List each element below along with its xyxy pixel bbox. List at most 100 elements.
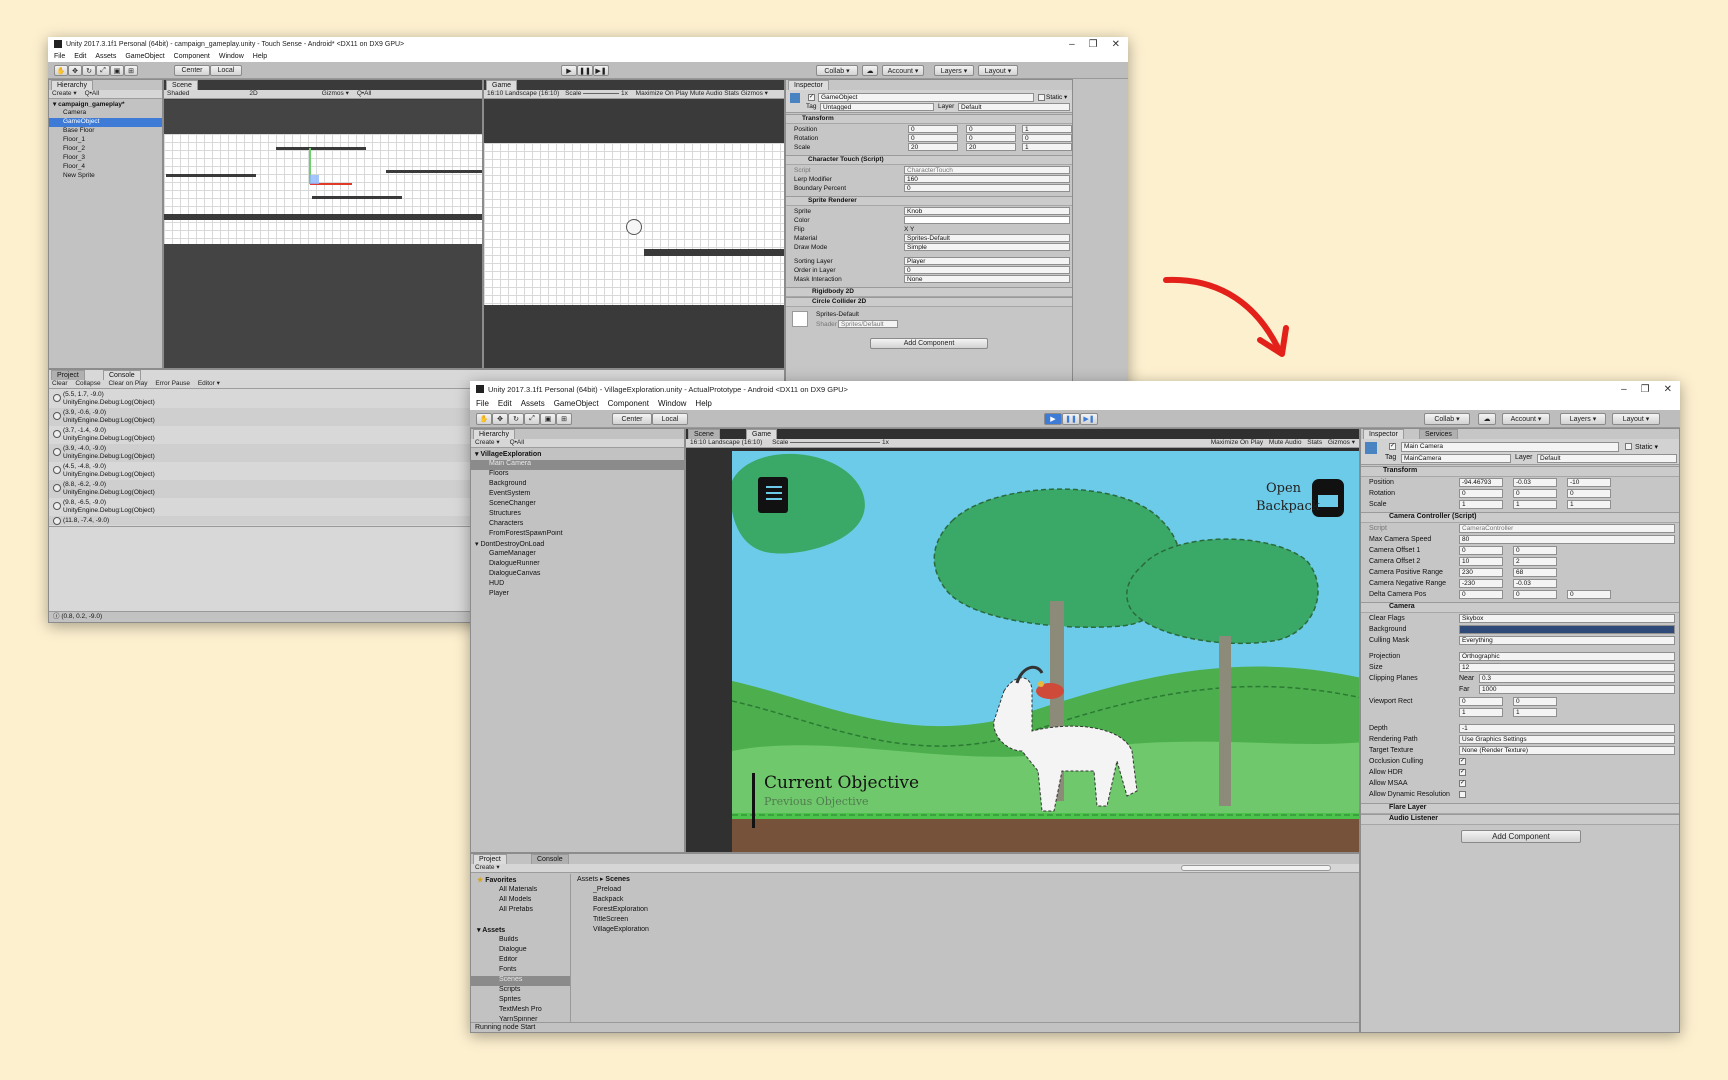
folder-item[interactable]: TextMesh Pro — [471, 1006, 570, 1016]
camera-controller-header[interactable]: Camera Controller (Script) — [1361, 512, 1679, 523]
layer-dropdown[interactable]: Default — [958, 103, 1070, 111]
tab-console[interactable]: Console — [531, 854, 569, 864]
mask-interaction-dropdown[interactable]: None — [904, 275, 1070, 283]
hierarchy-item[interactable]: DialogueCanvas — [471, 570, 684, 580]
folder-item[interactable]: Editor — [471, 956, 570, 966]
folder-item[interactable]: Sprites — [471, 996, 570, 1006]
cloud-icon[interactable]: ☁ — [1478, 413, 1496, 425]
rotation-y-field[interactable]: 0 — [1513, 489, 1557, 498]
account-button[interactable]: Account ▾ — [1502, 413, 1550, 425]
minimize-icon[interactable]: – — [1069, 39, 1075, 50]
minimize-icon[interactable]: – — [1621, 384, 1627, 395]
scene-canvas[interactable] — [164, 100, 482, 134]
hierarchy-item[interactable]: SceneChanger — [471, 500, 684, 510]
delta-camera-pos-z-field[interactable]: 0 — [1567, 590, 1611, 599]
menu-window[interactable]: Window — [658, 399, 686, 408]
maximize-on-play-toggle[interactable]: Maximize On Play — [1211, 439, 1263, 446]
rect-tool-icon[interactable]: ▣ — [110, 65, 124, 76]
rotate-tool-icon[interactable]: ↻ — [508, 413, 524, 425]
menu-help[interactable]: Help — [253, 53, 267, 60]
scene-file[interactable]: Backpack — [583, 896, 1359, 906]
hierarchy-item[interactable]: Floor_1 — [49, 136, 162, 145]
position-x-field[interactable]: -94.46793 — [1459, 478, 1503, 487]
flip-toggles[interactable]: X Y — [904, 226, 914, 233]
color-field[interactable] — [904, 216, 1070, 224]
hand-tool-icon[interactable]: ✋ — [476, 413, 492, 425]
menu-component[interactable]: Component — [608, 399, 649, 408]
step-button[interactable]: ▶❚ — [1080, 413, 1098, 425]
menu-help[interactable]: Help — [695, 399, 711, 408]
position-z-field[interactable]: -10 — [1567, 478, 1611, 487]
clear-button[interactable]: Clear — [52, 380, 68, 387]
camera-positive-range-y-field[interactable]: 68 — [1513, 568, 1557, 577]
audio-listener-header[interactable]: Audio Listener — [1361, 814, 1679, 825]
boundary-percent-field[interactable]: 0 — [904, 184, 1070, 192]
tab-game[interactable]: Game — [486, 80, 518, 90]
folder-item-selected[interactable]: Scenes — [471, 976, 570, 986]
layer-dropdown[interactable]: Default — [1537, 454, 1677, 463]
hierarchy-item[interactable]: Characters — [471, 520, 684, 530]
hierarchy-item[interactable]: Floor_3 — [49, 154, 162, 163]
max-camera-speed-field[interactable]: 80 — [1459, 535, 1675, 544]
scene-root-row[interactable]: ▾ campaign_gameplay* — [49, 100, 162, 109]
rect-tool-icon[interactable]: ▣ — [540, 413, 556, 425]
viewport-y-field[interactable]: 0 — [1513, 697, 1557, 706]
culling-mask-dropdown[interactable]: Everything — [1459, 636, 1675, 645]
2d-toggle[interactable]: 2D — [249, 90, 257, 97]
circle-collider-header[interactable]: Circle Collider 2D — [786, 297, 1072, 307]
camera-negative-range-x-field[interactable]: -230 — [1459, 579, 1503, 588]
scene-search[interactable]: Q•All — [357, 90, 372, 97]
add-component-button[interactable]: Add Component — [870, 338, 988, 349]
sorting-layer-dropdown[interactable]: Player — [904, 257, 1070, 265]
create-dropdown[interactable]: Create ▾ — [475, 439, 500, 446]
scale-z-field[interactable]: 1 — [1022, 143, 1072, 151]
folder-item[interactable]: Dialogue — [471, 946, 570, 956]
step-button[interactable]: ▶❚ — [593, 65, 609, 76]
far-field[interactable]: 1000 — [1479, 685, 1675, 694]
scene-file[interactable]: VillageExploration — [583, 926, 1359, 936]
assets-row[interactable]: ▾ Assets — [471, 926, 570, 936]
scene-file[interactable]: ForestExploration — [583, 906, 1359, 916]
layout-button[interactable]: Layout ▾ — [978, 65, 1018, 76]
hierarchy-item[interactable]: FromForestSpawnPoint — [471, 530, 684, 540]
pause-button[interactable]: ❚❚ — [1062, 413, 1080, 425]
allow-hdr-checkbox[interactable]: ✓ — [1459, 769, 1466, 776]
camera-offset-2-y-field[interactable]: 2 — [1513, 557, 1557, 566]
scene-root-row[interactable]: ▾ DontDestroyOnLoad — [471, 540, 684, 550]
play-button[interactable]: ▶ — [561, 65, 577, 76]
layers-button[interactable]: Layers ▾ — [934, 65, 974, 76]
transform-header[interactable]: Transform — [1361, 466, 1679, 477]
scale-tool-icon[interactable]: ⤢ — [96, 65, 110, 76]
scene-file[interactable]: TitleScreen — [583, 916, 1359, 926]
rigidbody-header[interactable]: Rigidbody 2D — [786, 287, 1072, 297]
tab-project[interactable]: Project — [473, 854, 507, 864]
restore-icon[interactable]: ❐ — [1641, 384, 1650, 395]
game-canvas[interactable]: Open Backpack Current Objective Previous… — [732, 451, 1359, 852]
name-field[interactable]: GameObject — [818, 93, 1034, 102]
aspect-dropdown[interactable]: 16:10 Landscape (16:10) — [690, 439, 762, 446]
scale-slider[interactable] — [790, 441, 881, 443]
gizmos-dropdown[interactable]: Gizmos ▾ — [322, 90, 349, 97]
menu-gameobject[interactable]: GameObject — [125, 53, 164, 60]
folder-item[interactable]: Scripts — [471, 986, 570, 996]
pivot-center-button[interactable]: Center — [174, 65, 210, 76]
error-pause-button[interactable]: Error Pause — [155, 380, 190, 387]
hierarchy-item[interactable]: New Sprite — [49, 172, 162, 181]
stats-toggle[interactable]: Stats — [724, 90, 739, 97]
open-label[interactable]: Open — [1266, 481, 1301, 496]
hierarchy-item[interactable]: Player — [471, 590, 684, 600]
restore-icon[interactable]: ❐ — [1089, 39, 1098, 50]
move-gizmo-plane-icon[interactable] — [310, 175, 319, 184]
pause-button[interactable]: ❚❚ — [577, 65, 593, 76]
flare-layer-header[interactable]: Flare Layer — [1361, 803, 1679, 814]
tab-hierarchy[interactable]: Hierarchy — [473, 429, 515, 439]
menu-assets[interactable]: Assets — [521, 399, 545, 408]
character-touch-header[interactable]: Character Touch (Script) — [786, 155, 1072, 165]
tab-inspector[interactable]: Inspector — [788, 80, 829, 90]
breadcrumb-scenes[interactable]: Scenes — [605, 876, 630, 883]
tab-hierarchy[interactable]: Hierarchy — [51, 80, 93, 90]
hierarchy-item[interactable]: Floor_2 — [49, 145, 162, 154]
rotation-y-field[interactable]: 0 — [966, 134, 1016, 142]
collapse-button[interactable]: Collapse — [75, 380, 100, 387]
hierarchy-search[interactable]: Q•All — [85, 90, 100, 97]
